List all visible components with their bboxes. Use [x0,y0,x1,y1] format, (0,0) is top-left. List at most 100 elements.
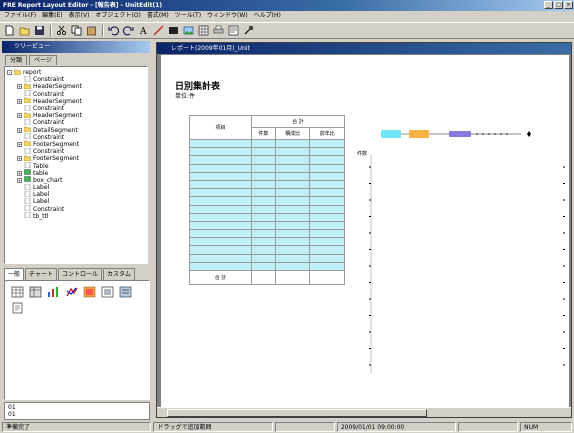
palette-chart-icon[interactable] [45,285,61,299]
tree-node[interactable]: tb_ttl [7,212,145,220]
table-cell[interactable] [251,147,276,157]
expand-icon[interactable]: + [17,84,22,90]
menu-file[interactable]: ファイル(F) [4,11,36,21]
table-row[interactable] [189,204,345,214]
tab-control[interactable]: コントロール [57,268,102,280]
table-cell[interactable] [251,245,276,255]
tab-custom[interactable]: カスタム [102,268,135,280]
table-cell[interactable] [274,171,311,181]
close-button[interactable]: × [564,1,573,9]
table-cell[interactable] [189,147,252,157]
table-cell[interactable] [251,179,276,190]
table-cell[interactable] [189,229,252,239]
table-cell[interactable] [309,138,345,149]
table-row[interactable] [189,155,345,165]
table-cell[interactable] [251,188,276,198]
table-cell[interactable] [189,163,252,173]
maximize-button[interactable]: □ [554,1,563,9]
table-row[interactable] [189,138,345,149]
table-footer-row[interactable]: 合 計 [189,270,345,285]
table-cell[interactable] [251,171,276,181]
tab-category[interactable]: 分類 [5,55,28,65]
table-cell[interactable] [189,179,252,190]
tab-general[interactable]: 一般 [4,268,25,280]
report-table[interactable]: 項目 合 計 件数 構成比 前年比 合 計 [189,115,345,285]
menu-view[interactable]: 表示(V) [69,11,90,21]
table-cell[interactable] [251,261,276,272]
report-subtitle[interactable]: 単位:件 [175,91,195,100]
tab-page[interactable]: ページ [29,55,57,65]
table-cell[interactable] [309,147,345,157]
table-cell[interactable] [251,212,276,222]
palette-image-icon[interactable] [81,285,97,299]
preview-icon[interactable] [227,24,240,37]
redo-icon[interactable] [122,24,135,37]
table-row[interactable] [189,261,345,272]
table-row[interactable] [189,188,345,198]
table-cell[interactable] [309,245,345,255]
object-tree[interactable]: - report Constraint + HeaderSegment Constrain… [4,66,148,264]
table-cell[interactable] [189,261,252,272]
table-cell[interactable] [309,188,345,198]
paste-icon[interactable] [85,24,98,37]
table-cell[interactable] [274,188,311,198]
box-chart[interactable]: 件数件数 [357,111,567,373]
palette-table-icon[interactable] [27,285,43,299]
table-cell[interactable] [189,155,252,165]
table-cell[interactable] [274,212,311,222]
table-cell[interactable] [251,229,276,239]
table-cell[interactable] [189,212,252,222]
open-icon[interactable] [18,24,31,37]
table-cell[interactable] [274,229,311,239]
menu-window[interactable]: ウィンドウ(W) [207,11,248,21]
table-cell[interactable] [309,261,345,272]
table-cell[interactable] [251,138,276,149]
collapse-icon[interactable]: - [7,70,12,76]
table-cell[interactable] [309,163,345,173]
expand-icon[interactable]: + [17,141,22,147]
table-cell[interactable] [189,196,252,206]
table-cell[interactable] [251,237,276,247]
table-cell[interactable] [251,220,276,231]
menu-object[interactable]: オブジェクト(O) [95,11,140,21]
table-cell[interactable] [309,179,345,190]
table-cell[interactable] [274,245,311,255]
table-row[interactable] [189,229,345,239]
new-icon[interactable] [3,24,16,37]
tab-chart[interactable]: チャート [25,268,57,280]
table-cell[interactable] [309,196,345,206]
table-row[interactable] [189,237,345,247]
table-cell[interactable] [274,237,311,247]
grid-icon[interactable] [197,24,210,37]
table-cell[interactable] [274,155,311,165]
print-icon[interactable] [212,24,225,37]
scroll-thumb[interactable] [167,409,427,417]
table-cell[interactable] [309,155,345,165]
cut-icon[interactable] [55,24,68,37]
palette-list-icon[interactable] [99,285,115,299]
menu-tools[interactable]: ツール(T) [175,11,201,21]
table-cell[interactable] [251,163,276,173]
table-cell[interactable] [189,245,252,255]
table-cell[interactable] [274,220,311,231]
table-row[interactable] [189,253,345,263]
table-cell[interactable] [309,270,345,285]
menu-format[interactable]: 書式(M) [147,11,169,21]
table-row[interactable] [189,179,345,190]
expand-icon[interactable]: + [17,156,22,162]
minimize-button[interactable]: _ [544,1,553,9]
table-cell[interactable] [251,196,276,206]
table-cell[interactable] [189,171,252,181]
table-cell[interactable] [309,229,345,239]
table-cell[interactable] [189,138,252,149]
expand-icon[interactable]: + [17,127,22,133]
box-icon[interactable] [167,24,180,37]
undo-icon[interactable] [107,24,120,37]
table-cell[interactable] [251,155,276,165]
save-icon[interactable] [33,24,46,37]
palette-sheet-icon[interactable] [117,285,133,299]
table-cell[interactable] [309,253,345,263]
table-row[interactable] [189,163,345,173]
table-cell[interactable] [274,270,311,285]
table-cell[interactable] [274,147,311,157]
